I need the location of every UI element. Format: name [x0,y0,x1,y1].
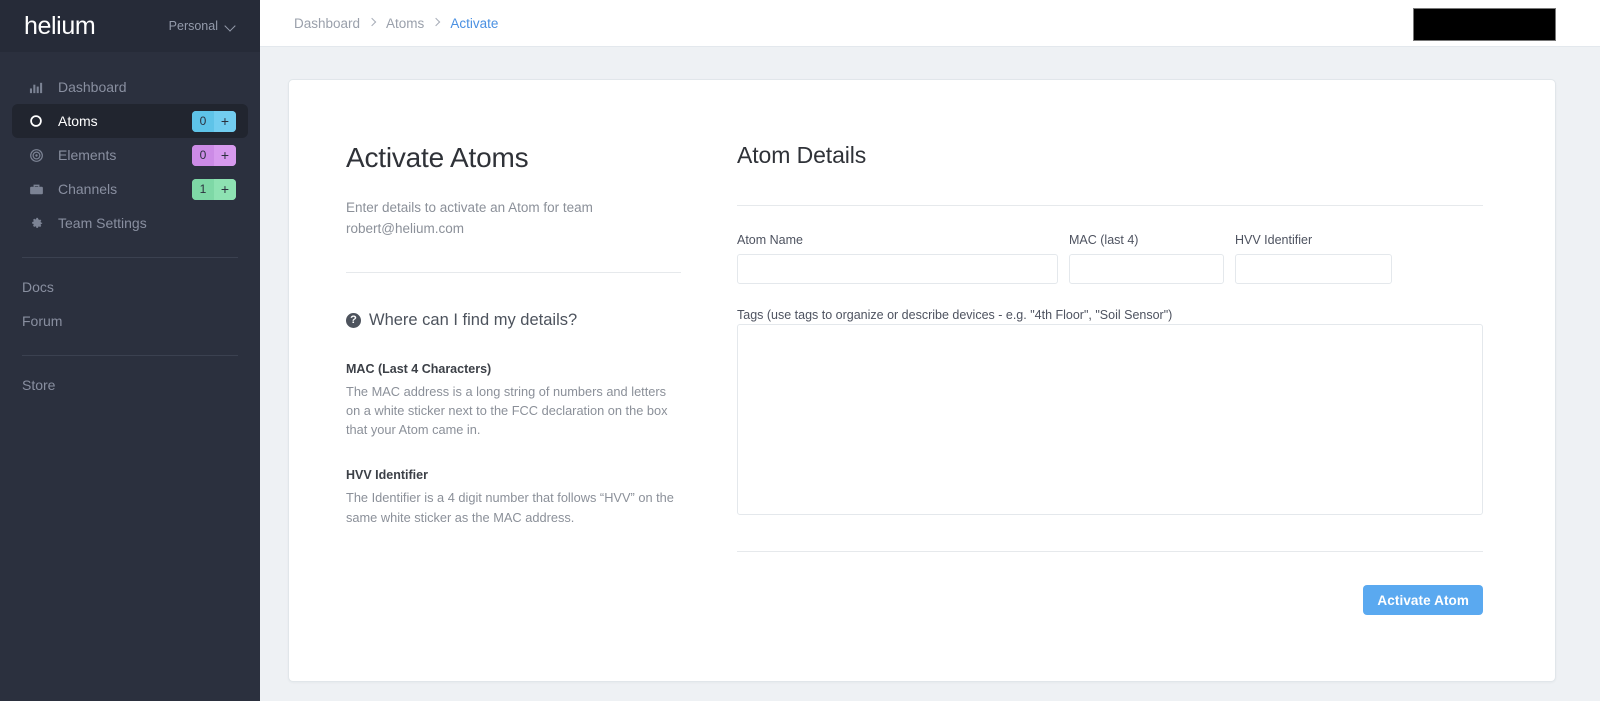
sidebar-item-label: Forum [22,313,63,329]
question-mark-circle-icon: ? [346,312,361,328]
channels-badge[interactable]: 1 + [192,178,236,200]
breadcrumb-atoms[interactable]: Atoms [386,16,424,31]
form-title: Atom Details [737,142,867,168]
main-region: Dashboard Atoms Activate Activate Atoms … [260,0,1600,701]
page-subtitle: Enter details to activate an Atom for te… [346,200,593,236]
redacted-account-area [1413,8,1556,41]
field-label: MAC (last 4) [1069,233,1139,247]
field-mac: MAC (last 4) [1069,233,1224,284]
elements-badge[interactable]: 0 + [192,144,236,166]
sidebar-item-team-settings[interactable]: Team Settings [12,206,248,240]
add-element-button[interactable]: + [214,144,236,166]
faq-answer: The Identifier is a 4 digit number that … [346,490,674,525]
atom-name-input[interactable] [737,254,1058,284]
activate-atoms-card: Activate Atoms Enter details to activate… [288,79,1556,682]
sidebar-item-dashboard[interactable]: Dashboard [12,70,248,104]
chevron-right-icon [369,19,377,27]
faq-answer: The MAC address is a long string of numb… [346,383,668,438]
sidebar-item-forum[interactable]: Forum [0,304,260,338]
gear-icon [26,213,46,233]
atoms-badge[interactable]: 0 + [192,110,236,132]
form-column: Atom Details Atom Name MAC (last 4) HVV [709,142,1555,681]
breadcrumb-dashboard[interactable]: Dashboard [294,16,360,31]
sidebar-item-label: Atoms [58,113,98,129]
chevron-right-icon [433,19,441,27]
sidebar-item-label: Docs [22,279,54,295]
sidebar-links-group-2: Store [0,356,260,402]
faq-gap [346,439,681,468]
circle-icon [26,111,46,131]
sidebar-item-label: Store [22,377,56,393]
mac-last4-input[interactable] [1069,254,1224,284]
sidebar-item-channels[interactable]: Channels 1 + [12,172,248,206]
field-label: Atom Name [737,233,803,247]
field-hvv: HVV Identifier [1235,233,1392,284]
form-divider-top [737,205,1483,206]
brand-logo: helium [24,11,96,40]
atoms-count: 0 [192,110,214,132]
sidebar-nav: Dashboard Atoms 0 + Elements 0 + Channel… [0,52,260,402]
briefcase-icon [26,179,46,199]
team-switcher[interactable]: Personal [169,19,242,33]
sidebar-item-docs[interactable]: Docs [0,270,260,304]
faq-mac: MAC (Last 4 Characters) The MAC address … [346,362,681,440]
sidebar-item-label: Channels [58,181,118,197]
sidebar-item-label: Elements [58,147,117,163]
sidebar-item-store[interactable]: Store [0,368,260,402]
team-switcher-label: Personal [168,19,218,33]
page-title: Activate Atoms [346,142,529,173]
bar-chart-icon [26,77,46,97]
sidebar-links-group-1: Docs Forum [0,258,260,338]
top-bar: Dashboard Atoms Activate [260,0,1600,47]
tags-textarea[interactable] [737,324,1483,515]
hvv-identifier-input[interactable] [1235,254,1392,284]
form-divider-bottom [737,551,1483,552]
content-area: Activate Atoms Enter details to activate… [260,47,1600,701]
target-icon [26,145,46,165]
breadcrumb-activate[interactable]: Activate [450,16,498,31]
help-heading-label: Where can I find my details? [369,310,578,329]
faq-question: HVV Identifier [346,468,428,483]
app-root: helium Personal Dashboard Atoms 0 + Elem… [0,0,1600,701]
form-actions: Activate Atom [737,585,1483,615]
info-divider [346,271,681,273]
activate-atom-button[interactable]: Activate Atom [1363,585,1483,615]
sidebar-item-label: Team Settings [58,215,147,231]
add-channel-button[interactable]: + [214,178,236,200]
chevron-down-icon [225,21,236,32]
field-atom-name: Atom Name [737,233,1058,284]
breadcrumb: Dashboard Atoms Activate [294,16,498,31]
sidebar-item-label: Dashboard [58,79,127,95]
faq-question: MAC (Last 4 Characters) [346,361,492,376]
field-label: HVV Identifier [1235,233,1313,247]
sidebar-item-elements[interactable]: Elements 0 + [12,138,248,172]
info-column: Activate Atoms Enter details to activate… [289,142,709,681]
add-atom-button[interactable]: + [214,110,236,132]
channels-count: 1 [192,178,214,200]
field-tags: Tags (use tags to organize or describe d… [737,306,1483,520]
form-field-row: Atom Name MAC (last 4) HVV Identifier [737,233,1483,284]
elements-count: 0 [192,144,214,166]
sidebar-header: helium Personal [0,0,260,52]
faq-hvv: HVV Identifier The Identifier is a 4 dig… [346,468,681,526]
tags-label: Tags (use tags to organize or describe d… [737,308,1173,322]
sidebar-item-atoms[interactable]: Atoms 0 + [12,104,248,138]
sidebar: helium Personal Dashboard Atoms 0 + Elem… [0,0,260,701]
help-heading: ? Where can I find my details? [346,311,681,330]
